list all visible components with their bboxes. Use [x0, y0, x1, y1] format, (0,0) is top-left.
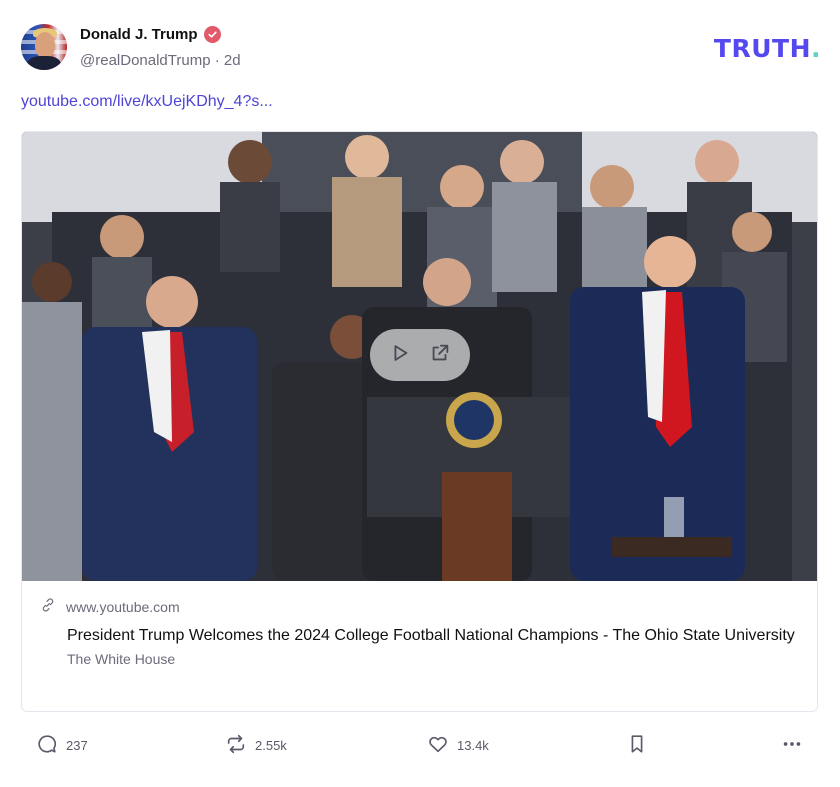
bookmark-button[interactable]	[626, 733, 648, 758]
reply-icon	[36, 733, 58, 758]
retruth-button[interactable]: 2.55k	[225, 733, 287, 758]
like-count: 13.4k	[457, 738, 489, 753]
reply-count: 237	[66, 738, 88, 753]
link-icon	[40, 597, 56, 616]
retruth-count: 2.55k	[255, 738, 287, 753]
card-meta: www.youtube.com President Trump Welcomes…	[22, 581, 817, 667]
retruth-icon	[225, 733, 247, 758]
more-icon	[781, 733, 803, 758]
bookmark-icon	[626, 733, 648, 758]
avatar[interactable]	[21, 24, 67, 70]
post-link[interactable]: youtube.com/live/kxUejKDhy_4?s...	[21, 93, 273, 111]
author-display-name[interactable]: Donald J. Trump	[80, 26, 198, 43]
video-thumbnail[interactable]	[22, 132, 817, 581]
more-options-button[interactable]	[781, 733, 803, 758]
author-name-row: Donald J. Trump	[80, 26, 221, 43]
video-controls	[370, 329, 470, 381]
like-icon	[427, 733, 449, 758]
card-domain: www.youtube.com	[66, 598, 180, 615]
open-external-icon[interactable]	[429, 342, 451, 369]
author-handle[interactable]: @realDonaldTrump	[80, 52, 211, 69]
verified-icon	[203, 26, 221, 43]
card-domain-row: www.youtube.com	[40, 597, 799, 616]
card-title[interactable]: President Trump Welcomes the 2024 Colleg…	[67, 625, 797, 647]
card-source: The White House	[67, 651, 176, 667]
play-icon[interactable]	[389, 342, 411, 369]
brand-text: TRUTH	[713, 34, 811, 63]
brand-dot: .	[811, 34, 821, 63]
truth-logo[interactable]: TRUTH.	[714, 34, 821, 63]
post-header: Donald J. Trump @realDonaldTrump · 2d TR…	[21, 24, 821, 74]
post-timestamp[interactable]: · 2d	[215, 52, 241, 69]
link-preview-card[interactable]: www.youtube.com President Trump Welcomes…	[21, 131, 818, 712]
like-button[interactable]: 13.4k	[427, 733, 489, 758]
author-handle-row: @realDonaldTrump · 2d	[80, 52, 241, 69]
post-actions: 237 2.55k 13.4k	[21, 733, 821, 759]
reply-button[interactable]: 237	[36, 733, 88, 758]
